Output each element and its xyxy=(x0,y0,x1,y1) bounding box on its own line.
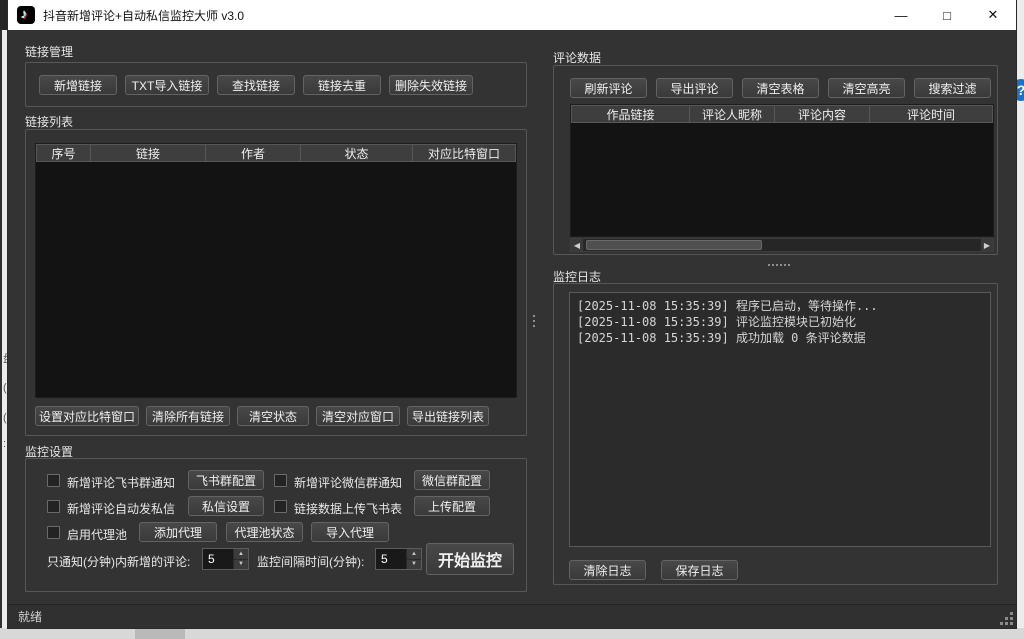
maximize-button[interactable]: □ xyxy=(924,0,970,30)
interval-minutes-value[interactable]: 5 xyxy=(376,549,406,569)
background-window-left: 盘 (: (: : xyxy=(0,0,8,639)
horizontal-splitter[interactable] xyxy=(768,264,790,266)
col-status[interactable]: 状态 xyxy=(301,144,413,162)
wechat-notify-label: 新增评论微信群通知 xyxy=(294,474,402,491)
col-commenter[interactable]: 评论人昵称 xyxy=(690,105,775,123)
link-table-body[interactable] xyxy=(36,162,516,397)
proxy-status-button[interactable]: 代理池状态 xyxy=(226,522,303,542)
find-link-button[interactable]: 查找链接 xyxy=(217,75,295,95)
link-list-box: 序号 链接 作者 状态 对应比特窗口 设置对应比特窗口 清除所有链接 清空状态 … xyxy=(25,129,527,436)
spinner-down-icon[interactable]: ▼ xyxy=(233,560,248,570)
upload-config-button[interactable]: 上传配置 xyxy=(414,496,490,516)
clear-status-button[interactable]: 清空状态 xyxy=(237,406,309,426)
col-author[interactable]: 作者 xyxy=(206,144,301,162)
col-comment-time[interactable]: 评论时间 xyxy=(870,105,993,123)
log-output[interactable]: [2025-11-08 15:35:39] 程序已启动，等待操作... [202… xyxy=(569,292,991,547)
spinner-up-icon[interactable]: ▲ xyxy=(406,549,421,560)
start-monitoring-button[interactable]: 开始监控 xyxy=(426,543,514,575)
import-proxy-button[interactable]: 导入代理 xyxy=(311,522,389,542)
col-work-link[interactable]: 作品链接 xyxy=(571,105,690,123)
spinner-up-icon[interactable]: ▲ xyxy=(233,549,248,560)
interval-label: 监控间隔时间(分钟): xyxy=(257,553,364,570)
export-link-list-button[interactable]: 导出链接列表 xyxy=(407,406,489,426)
auto-dm-label: 新增评论自动发私信 xyxy=(67,500,175,517)
link-table: 序号 链接 作者 状态 对应比特窗口 xyxy=(35,143,517,398)
status-bar: 就绪 xyxy=(8,604,1016,628)
auto-dm-checkbox[interactable] xyxy=(47,500,60,513)
clear-highlight-button[interactable]: 清空高亮 xyxy=(828,78,905,98)
main-content: 链接管理 新增链接 TXT导入链接 查找链接 链接去重 删除失效链接 链接列表 … xyxy=(8,30,1016,604)
clear-all-links-button[interactable]: 清除所有链接 xyxy=(146,406,230,426)
log-line: [2025-11-08 15:35:39] 评论监控模块已初始化 xyxy=(577,314,983,330)
comment-table-body[interactable] xyxy=(571,123,993,236)
add-link-button[interactable]: 新增链接 xyxy=(39,75,117,95)
clear-log-button[interactable]: 清除日志 xyxy=(569,560,646,580)
search-filter-button[interactable]: 搜索过滤 xyxy=(914,78,991,98)
interval-minutes-spinner[interactable]: 5 ▲ ▼ xyxy=(375,548,422,570)
background-dark-edge xyxy=(0,0,8,30)
app-window: ♪ 抖音新增评论+自动私信监控大师 v3.0 — □ ✕ 链接管理 新增链接 T… xyxy=(8,0,1016,628)
window-title: 抖音新增评论+自动私信监控大师 v3.0 xyxy=(43,7,244,24)
close-button[interactable]: ✕ xyxy=(970,0,1016,30)
col-comment-content[interactable]: 评论内容 xyxy=(775,105,870,123)
wechat-config-button[interactable]: 微信群配置 xyxy=(414,470,490,490)
comment-data-label: 评论数据 xyxy=(553,49,601,66)
link-list-label: 链接列表 xyxy=(25,113,73,130)
upload-feishu-label: 链接数据上传飞书表 xyxy=(294,500,402,517)
vertical-splitter[interactable] xyxy=(533,315,535,327)
comment-table-hscrollbar[interactable]: ◀ ▶ xyxy=(570,238,994,252)
link-table-header: 序号 链接 作者 状态 对应比特窗口 xyxy=(36,144,516,162)
set-bit-window-button[interactable]: 设置对应比特窗口 xyxy=(35,406,139,426)
scroll-right-icon[interactable]: ▶ xyxy=(980,239,993,251)
save-log-button[interactable]: 保存日志 xyxy=(661,560,738,580)
delete-invalid-link-button[interactable]: 删除失效链接 xyxy=(389,75,473,95)
link-management-box: 新增链接 TXT导入链接 查找链接 链接去重 删除失效链接 xyxy=(25,62,527,107)
comment-table-header: 作品链接 评论人昵称 评论内容 评论时间 xyxy=(571,105,993,123)
log-line: [2025-11-08 15:35:39] 程序已启动，等待操作... xyxy=(577,298,983,314)
titlebar: ♪ 抖音新增评论+自动私信监控大师 v3.0 — □ ✕ xyxy=(8,0,1016,30)
wechat-notify-checkbox[interactable] xyxy=(274,474,287,487)
link-management-label: 链接管理 xyxy=(25,43,73,60)
proxy-pool-label: 启用代理池 xyxy=(67,526,127,543)
export-comments-button[interactable]: 导出评论 xyxy=(656,78,733,98)
monitor-settings-box: 新增评论飞书群通知 飞书群配置 新增评论微信群通知 微信群配置 新增评论自动发私… xyxy=(25,458,527,592)
minimize-button[interactable]: — xyxy=(878,0,924,30)
col-bit-window[interactable]: 对应比特窗口 xyxy=(413,144,516,162)
dm-settings-button[interactable]: 私信设置 xyxy=(188,496,264,516)
feishu-notify-label: 新增评论飞书群通知 xyxy=(67,474,175,491)
comment-data-box: 刷新评论 导出评论 清空表格 清空高亮 搜索过滤 作品链接 评论人昵称 评论内容… xyxy=(553,65,998,255)
refresh-comments-button[interactable]: 刷新评论 xyxy=(570,78,647,98)
log-line: [2025-11-08 15:35:39] 成功加载 0 条评论数据 xyxy=(577,330,983,346)
txt-import-link-button[interactable]: TXT导入链接 xyxy=(125,75,209,95)
add-proxy-button[interactable]: 添加代理 xyxy=(139,522,217,542)
col-seq-no[interactable]: 序号 xyxy=(36,144,91,162)
proxy-pool-checkbox[interactable] xyxy=(47,526,60,539)
screen: { "window": { "title": "抖音新增评论+自动私信监控大师 … xyxy=(0,0,1024,639)
spinner-down-icon[interactable]: ▼ xyxy=(406,560,421,570)
clear-window-button[interactable]: 清空对应窗口 xyxy=(316,406,400,426)
notify-window-label: 只通知(分钟)内新增的评论: xyxy=(47,553,190,570)
feishu-notify-checkbox[interactable] xyxy=(47,474,60,487)
monitor-log-box: [2025-11-08 15:35:39] 程序已启动，等待操作... [202… xyxy=(553,283,998,585)
col-link[interactable]: 链接 xyxy=(91,144,206,162)
notify-minutes-spinner[interactable]: 5 ▲ ▼ xyxy=(202,548,249,570)
dedupe-link-button[interactable]: 链接去重 xyxy=(303,75,381,95)
resize-grip[interactable] xyxy=(999,611,1013,625)
status-text: 就绪 xyxy=(18,608,42,625)
douyin-logo-icon: ♪ xyxy=(17,6,35,24)
notify-minutes-value[interactable]: 5 xyxy=(203,549,233,569)
upload-feishu-checkbox[interactable] xyxy=(274,500,287,513)
scrollbar-thumb[interactable] xyxy=(586,240,762,250)
feishu-config-button[interactable]: 飞书群配置 xyxy=(188,470,264,490)
comment-table: 作品链接 评论人昵称 评论内容 评论时间 xyxy=(570,104,994,237)
scroll-left-icon[interactable]: ◀ xyxy=(571,239,584,251)
clear-table-button[interactable]: 清空表格 xyxy=(742,78,819,98)
background-scrollbar-fragment xyxy=(135,629,185,639)
